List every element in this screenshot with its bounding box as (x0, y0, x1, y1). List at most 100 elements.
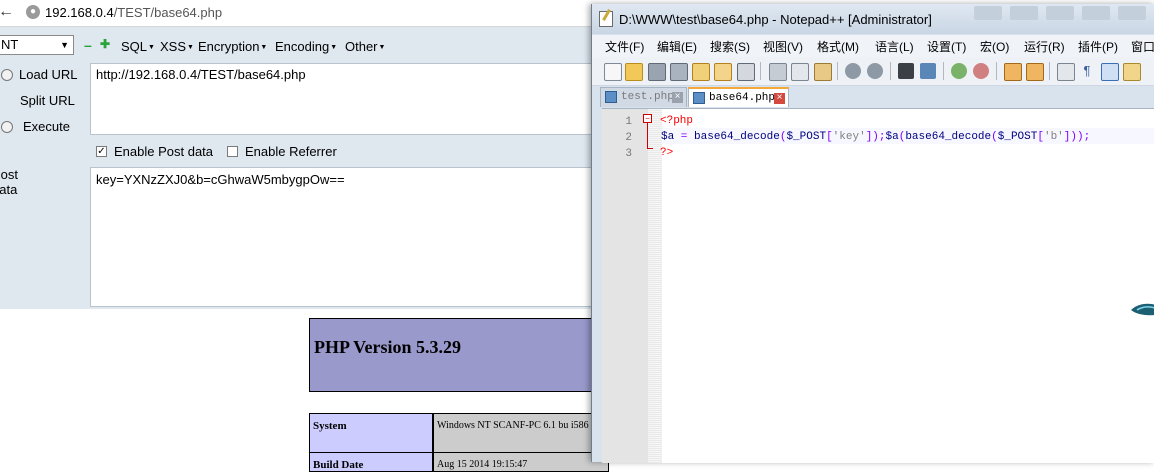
execute-button[interactable]: Execute (1, 119, 70, 134)
show-all-characters-icon[interactable]: ¶ (1079, 63, 1095, 79)
dropdown-arrow-icon: ▼ (260, 44, 268, 52)
find-icon[interactable] (898, 63, 914, 79)
redo-icon[interactable] (867, 63, 883, 79)
enable-referrer-label: Enable Referrer (245, 144, 337, 159)
window-button-icon[interactable] (1118, 6, 1146, 20)
menu-encryption[interactable]: Encryption▼ (198, 39, 267, 54)
phpinfo-value: Windows NT SCANF-PC 6.1 bu i586 (433, 413, 609, 453)
menu-file[interactable]: 文件(F) (605, 38, 644, 55)
dropdown-arrow-icon: ▼ (148, 44, 155, 52)
php-version-title: PHP Version 5.3.29 (314, 337, 462, 357)
menu-format[interactable]: 格式(M) (817, 38, 859, 55)
menu-encoding[interactable]: Encoding▼ (275, 39, 337, 54)
window-controls (962, 4, 1154, 24)
editor-toolbar: ¶ (592, 57, 1154, 86)
file-icon (605, 91, 617, 103)
url-host: 192.168.0.4 (45, 5, 114, 20)
globe-icon: ● (26, 5, 40, 19)
execute-icon (1, 121, 13, 133)
tab-base64-php[interactable]: base64.php × (688, 87, 789, 107)
fold-line (647, 123, 648, 149)
close-icon[interactable] (1046, 6, 1074, 20)
menu-other[interactable]: Other▼ (345, 39, 385, 54)
menu-macro[interactable]: 宏(O) (980, 38, 1009, 55)
dropdown-arrow-icon: ▼ (187, 44, 194, 52)
menu-edit[interactable]: 编辑(E) (657, 38, 697, 55)
notepad-app-icon (599, 11, 613, 27)
enable-post-checkbox[interactable]: ✓ (96, 146, 107, 157)
replace-icon[interactable] (920, 63, 936, 79)
select-value: NT (1, 37, 19, 52)
code-line-3: ?> (660, 147, 674, 159)
post-data-label: Post data (0, 167, 19, 197)
menu-search[interactable]: 搜索(S) (710, 38, 750, 55)
zoom-in-icon[interactable] (951, 63, 967, 79)
file-icon (693, 92, 705, 104)
phpinfo-header: PHP Version 5.3.29 (309, 318, 609, 392)
phpinfo-row: Build Date Aug 15 2014 19:15:47 (309, 452, 609, 472)
word-wrap-icon[interactable] (1057, 63, 1075, 81)
zoom-out-icon[interactable] (973, 63, 989, 79)
maximize-icon[interactable] (1010, 6, 1038, 20)
fold-margin (648, 109, 662, 463)
split-url-button[interactable]: Split URL (20, 93, 75, 108)
line-number: 3 (625, 148, 632, 160)
save-all-icon[interactable] (670, 63, 688, 81)
address-bar[interactable]: ← ● 192.168.0.4/TEST/base64.php (0, 0, 600, 27)
menu-xss[interactable]: XSS▼ (160, 39, 194, 54)
dropdown-arrow-icon: ▼ (330, 44, 338, 52)
close-tab-icon[interactable]: × (672, 92, 683, 103)
menu-run[interactable]: 运行(R) (1024, 38, 1065, 55)
url-textarea[interactable]: http://192.168.0.4/TEST/base64.php (90, 63, 600, 135)
hackbar-toolbar: NT ▼ – ✚ SQL▼ XSS▼ Encryption▼ Encoding▼ … (0, 27, 600, 63)
user-lang-icon[interactable] (1123, 63, 1141, 81)
indent-guide-icon[interactable] (1101, 63, 1119, 81)
close-all-icon[interactable] (714, 63, 732, 81)
minimize-icon[interactable] (974, 6, 1002, 20)
hackbar-select[interactable]: NT ▼ (0, 35, 74, 55)
paste-icon[interactable] (814, 63, 832, 81)
fold-end (647, 148, 653, 149)
phpinfo-key: Build Date (309, 452, 433, 472)
dropdown-arrow-icon: ▼ (378, 44, 386, 52)
undo-icon[interactable] (845, 63, 861, 79)
fold-collapse-icon[interactable]: − (643, 114, 652, 123)
title-bar[interactable]: D:\WWW\test\base64.php - Notepad++ [Admi… (592, 4, 1154, 34)
menu-language[interactable]: 语言(L) (875, 38, 914, 55)
sync-horizontal-icon[interactable] (1026, 63, 1044, 81)
back-arrow-icon[interactable]: ← (0, 2, 16, 22)
open-folder-icon[interactable] (625, 63, 643, 81)
copy-icon[interactable] (791, 63, 809, 81)
menu-sql[interactable]: SQL▼ (121, 39, 155, 54)
minus-icon[interactable]: – (84, 37, 92, 53)
new-file-icon[interactable] (604, 63, 622, 81)
enable-post-label: Enable Post data (114, 144, 214, 159)
code-editor[interactable]: 1 2 3 − <?php $a = base64_decode($_POST[… (602, 108, 1154, 463)
file-tabs: test.php × base64.php × (592, 86, 1154, 108)
close-file-icon[interactable] (692, 63, 710, 81)
menu-window[interactable]: 窗口 (1131, 38, 1154, 55)
cut-icon[interactable] (769, 63, 787, 81)
tab-test-php[interactable]: test.php × (600, 87, 687, 107)
save-icon[interactable] (648, 63, 666, 81)
url-path: /TEST/base64.php (113, 5, 223, 20)
menu-plugins[interactable]: 插件(P) (1078, 38, 1118, 55)
menu-view[interactable]: 视图(V) (763, 38, 803, 55)
enable-referrer-checkbox[interactable] (227, 146, 238, 157)
line-number: 2 (625, 132, 632, 144)
load-url-button[interactable]: Load URL (1, 67, 78, 82)
load-url-icon (1, 69, 13, 81)
window-button-icon[interactable] (1082, 6, 1110, 20)
plus-icon[interactable]: ✚ (100, 37, 110, 51)
window-title: D:\WWW\test\base64.php - Notepad++ [Admi… (619, 12, 932, 27)
browser-window: ← ● 192.168.0.4/TEST/base64.php NT ▼ – ✚ … (0, 0, 609, 472)
post-data-textarea[interactable]: key=YXNzZXJ0&b=cGhwaW5mbygpOw== (90, 167, 600, 307)
menu-bar: 文件(F) 编辑(E) 搜索(S) 视图(V) 格式(M) 语言(L) 设置(T… (592, 35, 1154, 57)
menu-settings[interactable]: 设置(T) (927, 38, 966, 55)
print-icon[interactable] (737, 63, 755, 81)
sync-vertical-icon[interactable] (1004, 63, 1022, 81)
phpinfo-row: System Windows NT SCANF-PC 6.1 bu i586 (309, 413, 609, 453)
close-tab-icon[interactable]: × (774, 93, 785, 104)
url-text[interactable]: 192.168.0.4/TEST/base64.php (45, 5, 222, 20)
code-line-1: <?php (660, 115, 694, 127)
